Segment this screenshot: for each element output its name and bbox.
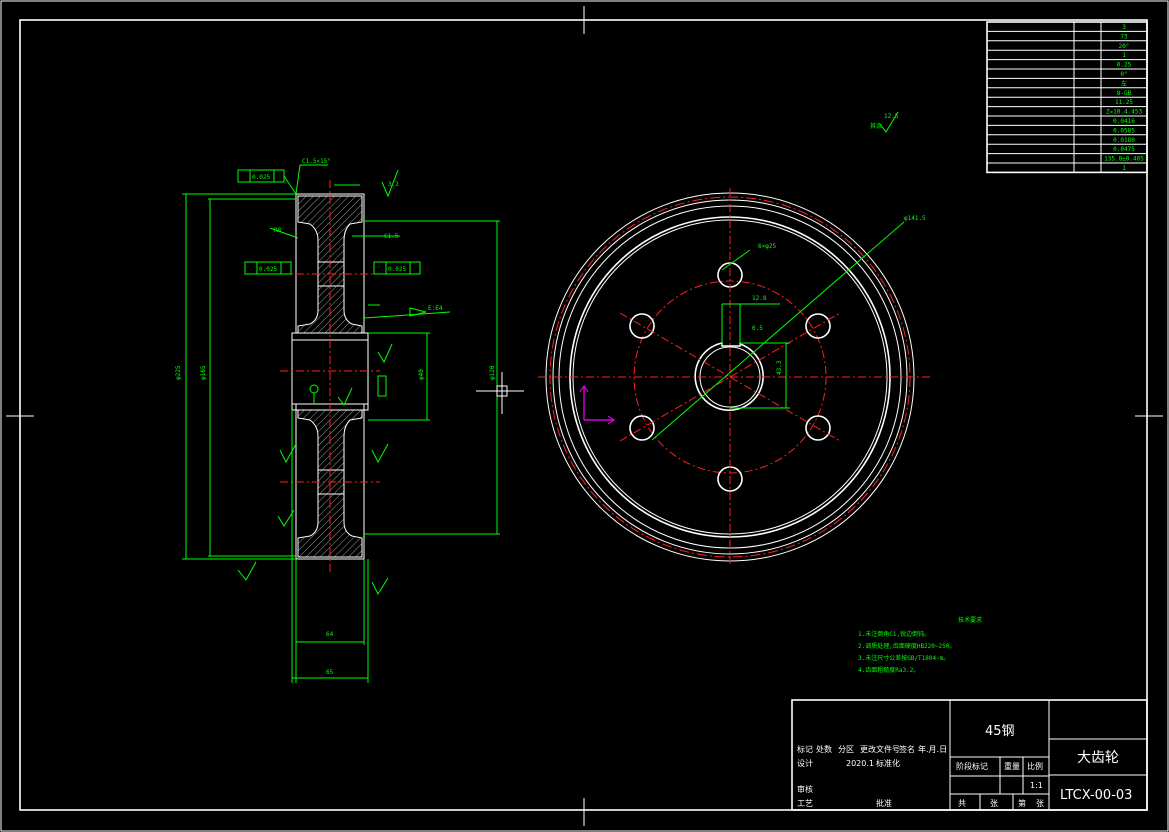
gear-parameter-values: 3 73 20° 1 0.25 0°左 8-GB 11.25 Z=10.4.453 0.0416 0… [1104, 24, 1144, 172]
rest-note: 其余 [870, 122, 882, 130]
dim-hub: 43.3 [776, 360, 783, 375]
dim-key-width: 6.5 [752, 325, 763, 332]
tb-change-doc: 更改文件号 [860, 744, 900, 754]
param-value: 0.0180 [1113, 137, 1135, 144]
tb-sheets-no: 第 [1018, 798, 1026, 808]
param-value: 1 [1122, 165, 1126, 172]
dim-d-hole: φ120 [489, 365, 496, 380]
tol-frame-1: 0.025 [252, 174, 270, 181]
param-value: 73 [1120, 33, 1128, 40]
tb-signature: 签名 [899, 744, 915, 754]
param-value: 1 [1122, 52, 1126, 59]
param-value: 左 [1121, 79, 1127, 87]
tb-checker: 审核 [797, 784, 813, 794]
tb-standard: 标准化 [876, 758, 900, 768]
note-line-1: 1.未注倒角C1,锐边倒钝。 [858, 630, 930, 638]
tb-approver: 批准 [876, 798, 892, 808]
param-value: 0.0585 [1113, 127, 1135, 134]
cad-text-layer: 其余 12.5 φ225 φ165 φ120 φ40 0.025 0.025 0… [175, 24, 1144, 808]
param-value: 8-GB [1117, 90, 1132, 97]
tb-scale-label: 比例 [1027, 761, 1043, 771]
param-value: Z=10.4.453 [1106, 109, 1143, 116]
tb-craft: 工艺 [797, 799, 813, 808]
tb-count: 处数 [816, 744, 832, 754]
tb-sheets-total: 共 [958, 799, 966, 808]
tol-frame-3: 0.025 [388, 266, 406, 273]
part-name: 大齿轮 [1077, 750, 1119, 766]
tb-designer: 设计 [797, 758, 813, 768]
dim-width-2: 65 [326, 669, 334, 676]
tb-zone: 分区 [838, 745, 854, 754]
note-line-3: 3.未注尺寸公差按GB/T1804-m。 [858, 654, 949, 662]
rest-roughness: 12.5 [884, 113, 899, 120]
dim-bolt-holes: 6×φ25 [758, 243, 776, 250]
param-value: 0° [1120, 71, 1127, 78]
dim-d-top: φ225 [175, 365, 182, 380]
material-label: 45钢 [985, 724, 1015, 739]
param-value: 11.25 [1115, 99, 1133, 106]
tb-mark: 标记 [797, 744, 813, 754]
tb-date: 2020.1 [846, 759, 874, 768]
note-line-4: 4.齿面粗糙度Ra3.2。 [858, 666, 919, 674]
param-value: 0.25 [1117, 62, 1132, 69]
tb-sheets-unit1: 张 [990, 799, 998, 808]
dim-c-label: C1.5 [384, 233, 399, 240]
radius-label: R8 [274, 227, 282, 234]
roughness-label: 3.2 [388, 181, 399, 188]
dim-width-1: 64 [326, 631, 334, 638]
drawing-number: LTCX-00-03 [1060, 788, 1132, 803]
tb-sheets-unit2: 张 [1036, 799, 1044, 808]
param-value: 20° [1119, 43, 1130, 50]
param-value: 3 [1122, 24, 1126, 31]
tb-stage-mark: 阶段标记 [956, 761, 988, 771]
tb-weight: 重量 [1004, 761, 1020, 771]
chamfer-label: C1.5×15° [302, 158, 331, 165]
note-line-2: 2.调质处理,齿面硬度HB220~250。 [858, 642, 955, 650]
section-label: E:E4 [428, 305, 443, 312]
dim-pcd: φ141.5 [904, 215, 926, 222]
dim-key: 12.8 [752, 295, 767, 302]
tol-frame-2: 0.025 [259, 266, 277, 273]
tb-date-col: 年.月.日 [918, 744, 947, 754]
param-value: 0.0475 [1113, 146, 1135, 153]
notes-title: 技术要求 [958, 616, 982, 624]
param-value: 135.8±0.405 [1104, 156, 1144, 163]
param-value: 0.0416 [1113, 118, 1135, 125]
dim-d-root: φ165 [200, 365, 207, 380]
dim-d-bore: φ40 [418, 369, 425, 380]
tb-scale-value: 1:1 [1030, 781, 1043, 790]
